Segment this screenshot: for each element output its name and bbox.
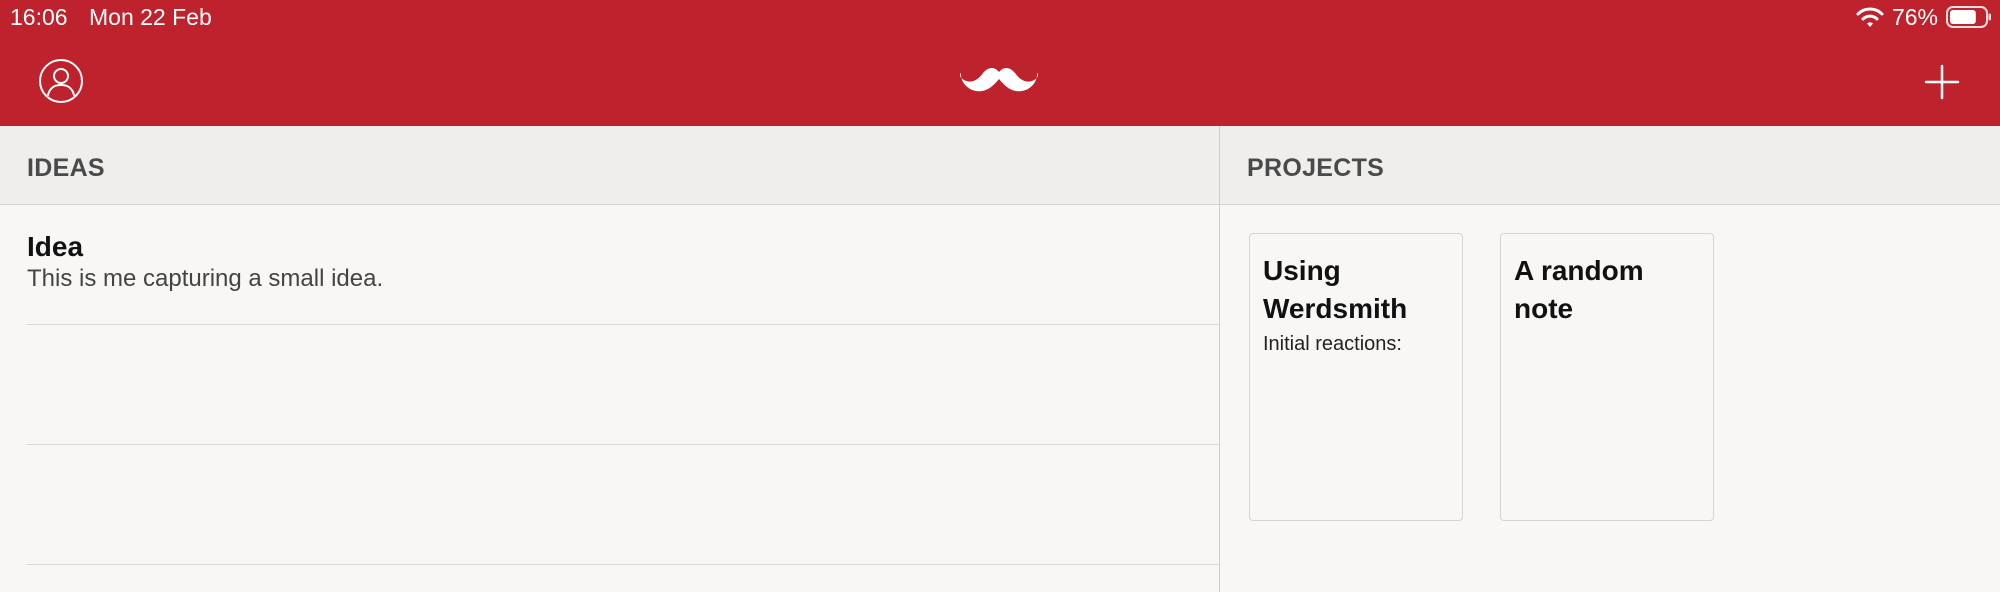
ideas-title: IDEAS <box>27 154 105 182</box>
ideas-header: IDEAS <box>0 126 1219 205</box>
plus-icon <box>1924 64 1960 100</box>
projects-header: PROJECTS <box>1220 126 2000 205</box>
projects-pane: PROJECTS Using Werdsmith Initial reactio… <box>1220 126 2000 592</box>
status-time: 16:06 <box>10 4 68 30</box>
project-card-using-werdsmith[interactable]: Using Werdsmith Initial reactions: <box>1249 233 1463 521</box>
idea-preview: This is me capturing a small idea. <box>27 265 384 292</box>
battery-icon <box>1946 5 1992 29</box>
projects-title: PROJECTS <box>1247 154 1385 182</box>
project-card-title: A random note <box>1514 255 1644 324</box>
idea-title: Idea <box>27 231 84 262</box>
wifi-icon <box>1856 6 1884 28</box>
idea-row-empty[interactable] <box>27 325 1219 445</box>
battery-percentage: 76% <box>1891 4 1938 30</box>
project-card-preview: Initial reactions: <box>1263 333 1402 355</box>
profile-icon <box>39 59 83 103</box>
mustache-logo-icon <box>958 63 1040 99</box>
profile-button[interactable] <box>38 58 84 104</box>
project-card-a-random-note[interactable]: A random note <box>1500 233 1714 521</box>
idea-row-empty[interactable] <box>27 445 1219 565</box>
top-bar: 16:06 Mon 22 Feb 76% <box>0 0 2000 126</box>
status-date: Mon 22 Feb <box>89 4 212 30</box>
ideas-pane: IDEAS Idea This is me capturing a small … <box>0 126 1219 592</box>
add-button[interactable] <box>1924 64 1960 100</box>
project-card-title: Using Werdsmith <box>1263 255 1408 324</box>
status-indicators: 76% <box>1856 4 1992 30</box>
idea-row[interactable]: Idea This is me capturing a small idea. <box>27 205 1219 325</box>
app-root: 16:06 Mon 22 Feb 76% IDEAS Idea This is … <box>0 0 2000 592</box>
